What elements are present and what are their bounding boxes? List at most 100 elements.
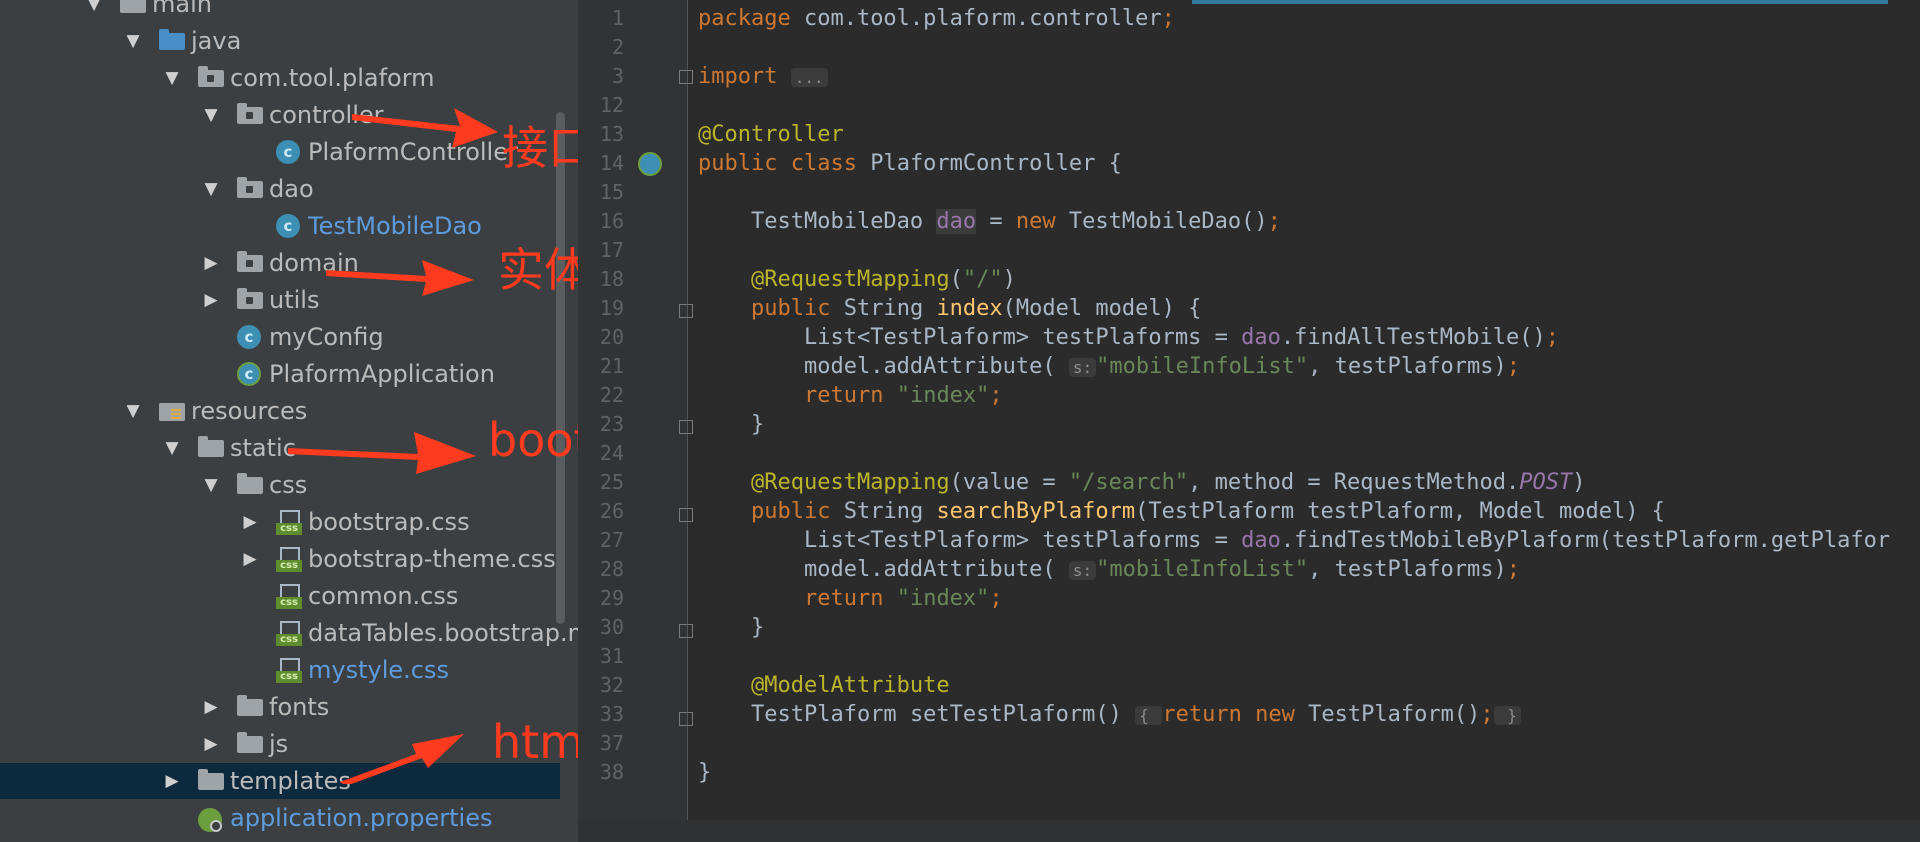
- line-number: 14: [599, 151, 624, 175]
- tree-item-bootstrap-css[interactable]: ▶ css bootstrap.css: [0, 504, 560, 540]
- code-line-30: }: [750, 615, 765, 640]
- css-file-icon: css: [276, 510, 302, 535]
- code-line-19: public String index(Model model) {: [750, 296, 1202, 321]
- tree-item-resources[interactable]: ▼ resources: [0, 393, 560, 429]
- tree-item-label: dataTables.bootstrap.m: [308, 619, 578, 647]
- fold-collapse-icon[interactable]: [679, 304, 693, 318]
- line-number: 21: [599, 354, 624, 378]
- spring-bean-gutter-icon[interactable]: [638, 152, 662, 176]
- folder-icon: [237, 695, 263, 719]
- class-icon: c: [237, 325, 261, 349]
- code-line-28: model.addAttribute( s: "mobileInfoList", …: [803, 557, 1521, 582]
- tree-item-bootstrap-theme-css[interactable]: ▶ css bootstrap-theme.css: [0, 541, 560, 577]
- line-number: 30: [599, 615, 624, 639]
- line-number: 31: [599, 644, 624, 668]
- line-number: 38: [599, 760, 624, 784]
- chevron-right-icon[interactable]: ▶: [201, 689, 221, 725]
- fold-collapse-icon[interactable]: [679, 508, 693, 522]
- tree-item-dao[interactable]: ▼ dao: [0, 171, 560, 207]
- line-number: 26: [599, 499, 624, 523]
- tree-item-js[interactable]: ▶ js: [0, 726, 560, 762]
- tree-item-myconfig[interactable]: c myConfig: [0, 319, 560, 355]
- code-line-25: @RequestMapping(value = "/search", metho…: [750, 470, 1586, 495]
- tree-item-label: com.tool.plaform: [230, 64, 435, 92]
- class-icon: c: [276, 214, 300, 238]
- chevron-right-icon[interactable]: ▶: [201, 282, 221, 318]
- tree-item-label: java: [191, 27, 242, 55]
- chevron-down-icon[interactable]: ▼: [123, 23, 143, 59]
- folder-icon: [237, 473, 263, 497]
- line-number: 32: [599, 673, 624, 697]
- line-number: 15: [599, 180, 624, 204]
- spring-boot-class-icon: c: [237, 362, 261, 386]
- tree-item-main[interactable]: ▼ main: [0, 0, 560, 22]
- line-number: 22: [599, 383, 624, 407]
- code-line-26: public String searchByPlaform(TestPlafor…: [750, 499, 1665, 524]
- resources-folder-icon: [159, 399, 185, 423]
- tree-item-mystyle-css[interactable]: css mystyle.css: [0, 652, 560, 688]
- tree-item-common-css[interactable]: css common.css: [0, 578, 560, 614]
- tree-item-templates[interactable]: ▶ templates: [0, 763, 560, 799]
- tree-item-label: common.css: [308, 582, 459, 610]
- css-file-icon: css: [276, 547, 302, 572]
- chevron-down-icon[interactable]: ▼: [84, 0, 104, 22]
- code-line-29: return "index";: [803, 586, 1003, 611]
- class-icon: c: [276, 140, 300, 164]
- code-line-22: return "index";: [803, 383, 1003, 408]
- folder-icon: [198, 436, 224, 460]
- chevron-down-icon[interactable]: ▼: [201, 171, 221, 207]
- chevron-right-icon[interactable]: ▶: [240, 541, 260, 577]
- fold-collapse-icon[interactable]: [679, 624, 693, 638]
- fold-expand-icon[interactable]: [679, 712, 693, 726]
- tree-item-plaformapplication[interactable]: c PlaformApplication: [0, 356, 560, 392]
- tree-item-label: templates: [230, 767, 351, 795]
- project-scrollbar[interactable]: [556, 112, 565, 624]
- line-number: 20: [599, 325, 624, 349]
- tree-item-java[interactable]: ▼ java: [0, 23, 560, 59]
- fold-expand-icon[interactable]: [679, 70, 693, 84]
- tree-item-label: static: [230, 434, 296, 462]
- code-line-1: package com.tool.plaform.controller;: [698, 6, 1175, 31]
- tree-item-utils[interactable]: ▶ utils: [0, 282, 560, 318]
- tree-item-application-properties[interactable]: application.properties: [0, 800, 560, 836]
- chevron-right-icon[interactable]: ▶: [240, 504, 260, 540]
- code-line-32: @ModelAttribute: [750, 673, 950, 698]
- chevron-right-icon[interactable]: ▶: [162, 763, 182, 799]
- package-icon: [237, 288, 263, 312]
- tree-item-domain[interactable]: ▶ domain: [0, 245, 560, 281]
- folded-imports[interactable]: ...: [790, 68, 828, 87]
- line-number: 17: [599, 238, 624, 262]
- line-number: 13: [599, 122, 624, 146]
- line-number: 12: [599, 93, 624, 117]
- chevron-down-icon[interactable]: ▼: [201, 97, 221, 133]
- package-icon: [237, 103, 263, 127]
- line-number: 18: [599, 267, 624, 291]
- tree-item-label: fonts: [269, 693, 330, 721]
- chevron-down-icon[interactable]: ▼: [162, 60, 182, 96]
- chevron-right-icon[interactable]: ▶: [201, 245, 221, 281]
- tree-item-label: bootstrap-theme.css: [308, 545, 556, 573]
- editor-horizontal-scrollbar[interactable]: [578, 820, 1920, 842]
- fold-collapse-icon[interactable]: [679, 420, 693, 434]
- chevron-down-icon[interactable]: ▼: [162, 430, 182, 466]
- line-number: 24: [599, 441, 624, 465]
- tree-item-com-tool-plaform[interactable]: ▼ com.tool.plaform: [0, 60, 560, 96]
- param-hint: s:: [1068, 358, 1097, 377]
- tree-item-testmobiledao[interactable]: c TestMobileDao: [0, 208, 560, 244]
- arrow-to-controller: [352, 108, 498, 148]
- code-line-27: List<TestPlaform> testPlaforms = dao.fin…: [803, 528, 1891, 553]
- code-line-33: TestPlaform setTestPlaform() { return ne…: [698, 700, 1521, 730]
- line-number: 16: [599, 209, 624, 233]
- line-number: 27: [599, 528, 624, 552]
- line-number: 25: [599, 470, 624, 494]
- tree-item-datatables-bootstrap-m[interactable]: css dataTables.bootstrap.m: [0, 615, 578, 651]
- chevron-right-icon[interactable]: ▶: [201, 726, 221, 762]
- package-icon: [237, 251, 263, 275]
- tree-item-label: main: [152, 0, 212, 18]
- chevron-down-icon[interactable]: ▼: [201, 467, 221, 503]
- code-line-18: @RequestMapping("/"): [750, 267, 1016, 292]
- tree-item-fonts[interactable]: ▶ fonts: [0, 689, 560, 725]
- code-line-20: List<TestPlaform> testPlaforms = dao.fin…: [803, 325, 1559, 350]
- chevron-down-icon[interactable]: ▼: [123, 393, 143, 429]
- code-editor[interactable]: 1 2 3 12 13 14 15 16 17 18 19 20 21 22 23 24 25 26 27 28 29 3…: [578, 0, 1920, 842]
